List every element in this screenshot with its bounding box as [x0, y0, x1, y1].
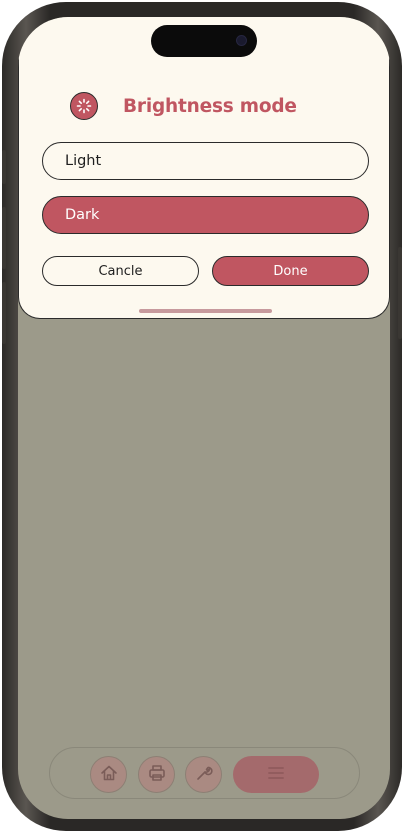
done-button[interactable]: Done: [212, 256, 369, 286]
volume-up-button: [2, 207, 6, 269]
nav-home-button[interactable]: [90, 756, 127, 793]
option-light[interactable]: Light: [42, 142, 369, 180]
nav-menu-button[interactable]: [233, 756, 319, 793]
brightness-icon: [70, 92, 98, 120]
sheet-drag-handle[interactable]: [139, 309, 272, 313]
home-icon: [99, 763, 119, 787]
power-button: [398, 247, 402, 339]
dynamic-island: [151, 25, 257, 57]
camera-icon: [236, 35, 247, 46]
sheet-header: Brightness mode: [70, 92, 297, 120]
volume-down-button: [2, 282, 6, 344]
nav-print-button[interactable]: [138, 756, 175, 793]
wrench-icon: [194, 763, 214, 787]
nav-tools-button[interactable]: [185, 756, 222, 793]
brightness-mode-sheet: Brightness mode Light Dark Cancle Done: [18, 17, 390, 319]
screen: Brightness mode Light Dark Cancle Done: [18, 17, 390, 819]
cancel-button[interactable]: Cancle: [42, 256, 199, 286]
bottom-nav: [49, 747, 360, 799]
phone-frame: Brightness mode Light Dark Cancle Done: [2, 2, 402, 831]
option-dark[interactable]: Dark: [42, 196, 369, 234]
menu-icon: [265, 765, 287, 785]
printer-icon: [147, 763, 167, 787]
action-button: [2, 150, 6, 184]
sheet-title: Brightness mode: [123, 95, 297, 117]
